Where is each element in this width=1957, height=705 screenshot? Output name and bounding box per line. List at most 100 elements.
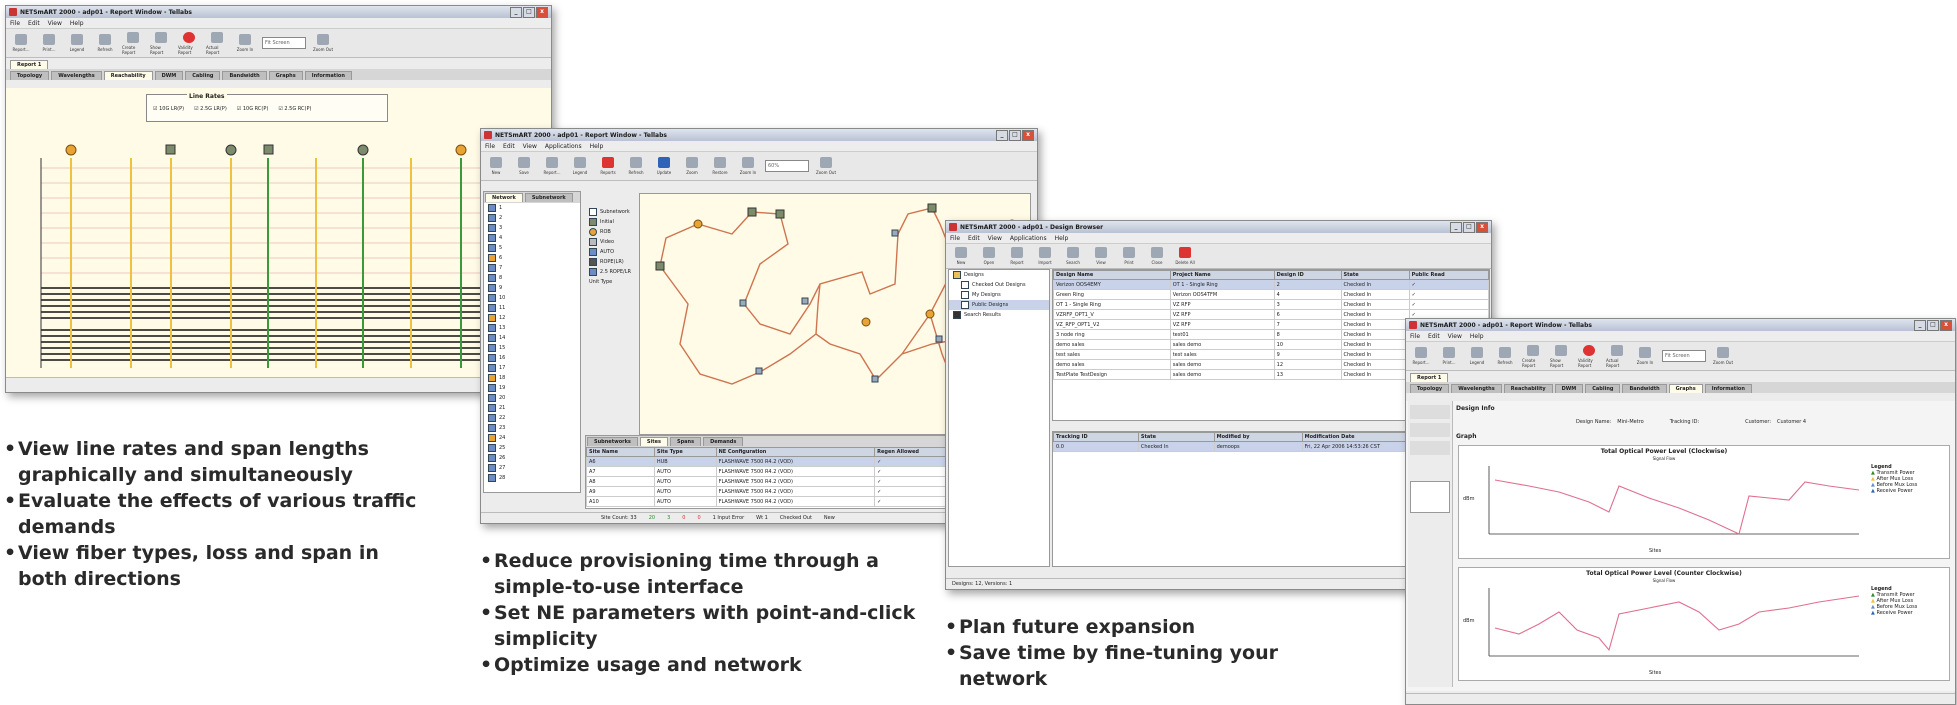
maximize-button[interactable]: □ xyxy=(523,6,535,18)
report-button[interactable]: Report... xyxy=(10,34,32,52)
table-row[interactable]: Green Ring Verizon OOS4TFM 4 Checked In ✓ xyxy=(1053,289,1489,300)
zoom-in-button[interactable]: Zoom In xyxy=(737,157,759,175)
tab-demands[interactable]: Demands xyxy=(703,437,744,446)
refresh-button[interactable]: Refresh xyxy=(625,157,647,175)
close-button[interactable]: x xyxy=(1940,319,1952,331)
import-button[interactable]: Import xyxy=(1034,247,1056,265)
print-button[interactable]: Print... xyxy=(1438,347,1460,365)
minimize-button[interactable]: _ xyxy=(1914,319,1926,331)
column-header[interactable]: NE Configuration xyxy=(715,447,876,457)
show-report-button[interactable]: Show Report xyxy=(150,31,172,55)
tree-site-item[interactable]: 21 xyxy=(484,403,580,413)
menu-help[interactable]: Help xyxy=(1055,235,1069,242)
tab-bandwidth[interactable]: Bandwidth xyxy=(1622,384,1667,393)
tree-site-item[interactable]: 24 xyxy=(484,433,580,443)
tree-site-item[interactable]: 4 xyxy=(484,233,580,243)
reports-button[interactable]: Reports xyxy=(597,157,619,175)
menu-applications[interactable]: Applications xyxy=(545,143,582,150)
zoom-out-button[interactable]: Zoom Out xyxy=(1712,347,1734,365)
search-button[interactable]: Search xyxy=(1062,247,1084,265)
refresh-button[interactable]: Refresh xyxy=(1494,347,1516,365)
close-button[interactable]: x xyxy=(1022,129,1034,141)
tab-graphs[interactable]: Graphs xyxy=(268,71,303,80)
column-header[interactable]: Site Type xyxy=(653,447,717,457)
close-button[interactable]: x xyxy=(1476,221,1488,233)
menu-edit[interactable]: Edit xyxy=(1428,333,1440,340)
tab-topology[interactable]: Topology xyxy=(1410,384,1450,393)
menu-file[interactable]: File xyxy=(485,143,495,150)
nav-item[interactable] xyxy=(1410,423,1450,437)
create-report-button[interactable]: Create Report xyxy=(1522,344,1544,368)
tree-site-item[interactable]: 18 xyxy=(484,373,580,383)
menu-view[interactable]: View xyxy=(48,20,62,27)
tab-information[interactable]: Information xyxy=(1704,384,1752,393)
menu-file[interactable]: File xyxy=(1410,333,1420,340)
zoom-select[interactable]: Fit Screen xyxy=(1662,350,1706,362)
maximize-button[interactable]: □ xyxy=(1927,319,1939,331)
tree-site-item[interactable]: 14 xyxy=(484,333,580,343)
tree-site-item[interactable]: 9 xyxy=(484,283,580,293)
create-report-button[interactable]: Create Report xyxy=(122,31,144,55)
legend-button[interactable]: Legend xyxy=(1466,347,1488,365)
print-button[interactable]: Print xyxy=(1118,247,1140,265)
menu-edit[interactable]: Edit xyxy=(28,20,40,27)
tab-report-1[interactable]: Report 1 xyxy=(10,60,49,69)
zoom-out-button[interactable]: Zoom Out xyxy=(815,157,837,175)
legend-button[interactable]: Legend xyxy=(66,34,88,52)
tree-item-search-results[interactable]: Search Results xyxy=(949,310,1049,320)
column-header[interactable]: State xyxy=(1137,432,1215,442)
report-button[interactable]: Report xyxy=(1006,247,1028,265)
window-titlebar[interactable]: NETSmART 2000 - adp01 - Report Window - … xyxy=(6,6,551,18)
tree-site-item[interactable]: 15 xyxy=(484,343,580,353)
zoom-out-button[interactable]: Zoom Out xyxy=(312,34,334,52)
tree-site-item[interactable]: 25 xyxy=(484,443,580,453)
menu-file[interactable]: File xyxy=(10,20,20,27)
close-button[interactable]: x xyxy=(536,6,548,18)
tree-site-item[interactable]: 13 xyxy=(484,323,580,333)
tab-reachability[interactable]: Reachability xyxy=(1503,384,1553,393)
delete-all-button[interactable]: Delete All xyxy=(1174,247,1196,265)
save-button[interactable]: Save xyxy=(513,157,535,175)
column-header[interactable]: State xyxy=(1340,270,1410,280)
minimize-button[interactable]: _ xyxy=(510,6,522,18)
tree-site-item[interactable]: 7 xyxy=(484,263,580,273)
tree-site-item[interactable]: 1 xyxy=(484,203,580,213)
new-button[interactable]: New xyxy=(485,157,507,175)
tree-item-checked-out[interactable]: Checked Out Designs xyxy=(949,280,1049,290)
column-header[interactable]: Project Name xyxy=(1169,270,1275,280)
tree-site-item[interactable]: 17 xyxy=(484,363,580,373)
tree-site-item[interactable]: 6 xyxy=(484,253,580,263)
print-button[interactable]: Print... xyxy=(38,34,60,52)
window-titlebar[interactable]: NETSmART 2000 - adp01 - Report Window - … xyxy=(1406,319,1955,331)
table-row[interactable]: OT 1 - Single Ring VZ RFP 3 Checked In ✓ xyxy=(1053,299,1489,310)
table-row[interactable]: Verizon OOS4EMY OT 1 - Single Ring 2 Checke… xyxy=(1053,279,1489,290)
refresh-button[interactable]: Refresh xyxy=(94,34,116,52)
column-header[interactable]: Public Read xyxy=(1408,270,1489,280)
tab-cabling[interactable]: Cabling xyxy=(1585,384,1621,393)
menu-applications[interactable]: Applications xyxy=(1010,235,1047,242)
tab-dwm[interactable]: DWM xyxy=(1554,384,1584,393)
tab-subnetwork[interactable]: Subnetwork xyxy=(524,193,573,202)
actual-report-button[interactable]: Actual Report xyxy=(1606,344,1628,368)
zoom-select[interactable]: Fit Screen xyxy=(262,37,306,49)
nav-list[interactable] xyxy=(1410,481,1450,513)
tree-site-item[interactable]: 28 xyxy=(484,473,580,483)
report-button[interactable]: Report... xyxy=(541,157,563,175)
menu-edit[interactable]: Edit xyxy=(503,143,515,150)
nav-item[interactable] xyxy=(1410,405,1450,419)
tree-site-item[interactable]: 3 xyxy=(484,223,580,233)
menu-view[interactable]: View xyxy=(523,143,537,150)
zoom-button[interactable]: Zoom xyxy=(681,157,703,175)
column-header[interactable]: Design Name xyxy=(1053,270,1171,280)
tree-site-item[interactable]: 5 xyxy=(484,243,580,253)
tree-site-item[interactable]: 22 xyxy=(484,413,580,423)
menu-edit[interactable]: Edit xyxy=(968,235,980,242)
zoom-select[interactable]: 60% xyxy=(765,160,809,172)
tab-dwm[interactable]: DWM xyxy=(154,71,184,80)
maximize-button[interactable]: □ xyxy=(1009,129,1021,141)
tab-bandwidth[interactable]: Bandwidth xyxy=(222,71,267,80)
tree-site-item[interactable]: 11 xyxy=(484,303,580,313)
tree-site-item[interactable]: 23 xyxy=(484,423,580,433)
column-header[interactable]: Modified by xyxy=(1213,432,1303,442)
column-header[interactable]: Tracking ID xyxy=(1053,432,1139,442)
